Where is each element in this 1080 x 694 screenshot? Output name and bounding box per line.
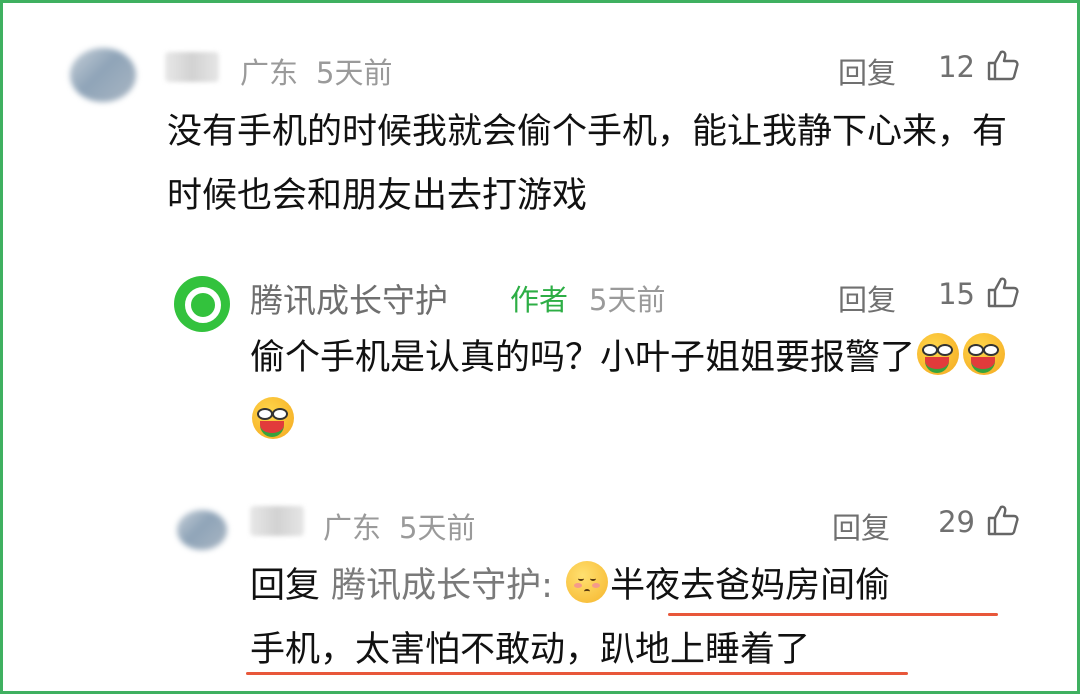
reply-button[interactable]: 回复 bbox=[838, 50, 896, 92]
comment-time: 5天前 bbox=[316, 56, 393, 90]
melon-eating-emoji bbox=[915, 331, 961, 377]
author-badge: 作者 bbox=[510, 283, 569, 317]
comment-time: 5天前 bbox=[399, 511, 476, 545]
highlight-underline bbox=[246, 672, 908, 675]
reply-button[interactable]: 回复 bbox=[832, 505, 890, 547]
author-avatar[interactable] bbox=[174, 276, 230, 332]
user-avatar[interactable] bbox=[70, 48, 136, 102]
thumbs-up-icon[interactable] bbox=[986, 503, 1020, 537]
highlight-underline bbox=[668, 613, 998, 616]
thumbs-up-icon[interactable] bbox=[986, 275, 1020, 309]
avatar-ring bbox=[185, 287, 221, 323]
like-count: 29 bbox=[938, 505, 975, 539]
shy-smile-emoji bbox=[564, 559, 610, 605]
user-name-blurred[interactable] bbox=[250, 506, 304, 536]
user-name-blurred[interactable] bbox=[165, 52, 219, 82]
comment-location: 广东 bbox=[240, 56, 299, 90]
comment-text-wrap: 偷个手机是认真的吗？小叶子姐姐要报警了 bbox=[250, 326, 1010, 454]
comment-location: 广东 bbox=[323, 511, 382, 545]
melon-eating-emoji bbox=[250, 395, 296, 441]
comment-text-wrap: 回复 腾讯成长守护: 半夜去爸妈房间偷 手机，太害怕不敢动，趴地上睡着了 bbox=[250, 554, 1040, 682]
reply-prefix: 回复 bbox=[250, 566, 321, 606]
user-avatar[interactable] bbox=[177, 510, 227, 550]
comment-text-line2: 手机，太害怕不敢动，趴地上睡着了 bbox=[250, 630, 811, 670]
comment-text: 没有手机的时候我就会偷个手机，能让我静下心来，有时候也会和朋友出去打游戏 bbox=[167, 112, 1008, 216]
thumbs-up-icon[interactable] bbox=[986, 48, 1020, 82]
comment-time: 5天前 bbox=[589, 283, 666, 317]
comment-text-line1: 半夜去爸妈房间偷 bbox=[610, 566, 891, 606]
author-name[interactable]: 腾讯成长守护 bbox=[250, 274, 448, 322]
reply-button[interactable]: 回复 bbox=[838, 277, 896, 319]
reply-target[interactable]: 腾讯成长守护: bbox=[331, 566, 553, 606]
melon-eating-emoji bbox=[961, 331, 1007, 377]
comment-text: 偷个手机是认真的吗？小叶子姐姐要报警了 bbox=[250, 338, 916, 378]
like-count: 12 bbox=[938, 50, 975, 84]
like-count: 15 bbox=[938, 277, 975, 311]
